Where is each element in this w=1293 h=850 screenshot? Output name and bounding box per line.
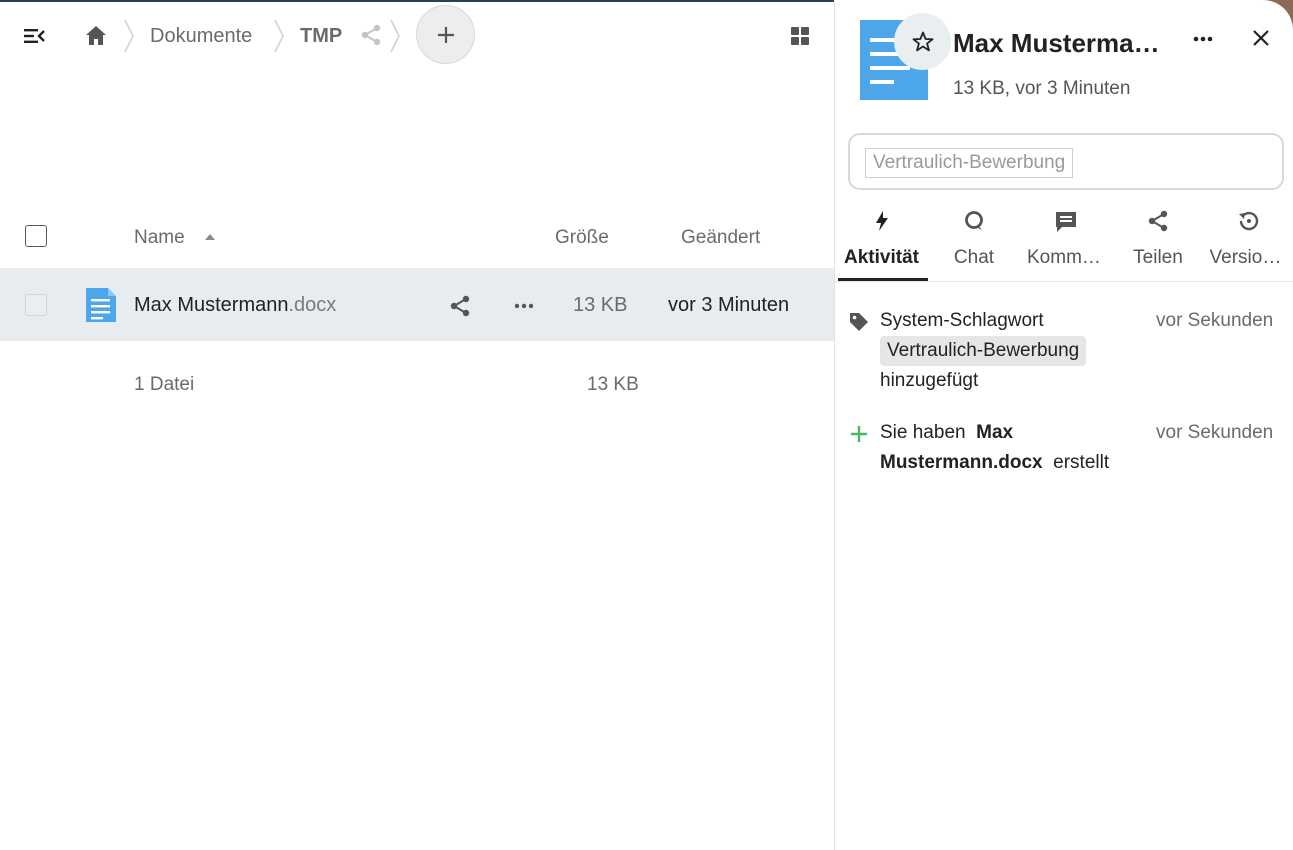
- file-name[interactable]: Max Mustermann.docx: [134, 294, 336, 317]
- chat-bubble-icon: [961, 208, 987, 234]
- sidebar-tabs: Aktivität Chat Kommentare Teilen: [835, 200, 1293, 282]
- history-icon: [1236, 208, 1262, 234]
- file-extension: .docx: [288, 294, 337, 316]
- activity-text: Sie haben Max Mustermann.docx erstellt: [880, 418, 1150, 478]
- activity-prefix: Sie haben: [880, 422, 966, 443]
- activity-tag-line: Vertraulich-Bewerbung: [880, 336, 1150, 366]
- more-actions-icon[interactable]: [1189, 26, 1217, 52]
- activity-line: hinzugefügt: [880, 370, 979, 391]
- tab-activity[interactable]: Aktivität: [835, 200, 928, 282]
- tab-versions-label: Versionen: [1209, 247, 1288, 268]
- activity-text: System-Schlagwort Vertraulich-Bewerbung …: [880, 306, 1150, 396]
- comment-icon: [1053, 208, 1079, 234]
- tab-label: Versionen: [1204, 247, 1293, 269]
- new-item-button[interactable]: [416, 5, 475, 64]
- column-header-size[interactable]: Größe: [555, 227, 609, 249]
- share-icon[interactable]: [447, 293, 473, 319]
- summary-file-count: 1 Datei: [134, 374, 195, 395]
- plus-icon: [847, 422, 871, 446]
- tab-versions[interactable]: Versionen: [1204, 200, 1293, 282]
- table-row[interactable]: Max Mustermann.docx 13 KB vor 3 Minuten: [0, 268, 834, 341]
- tab-label: Teilen: [1133, 247, 1183, 268]
- close-icon[interactable]: [1247, 24, 1275, 52]
- sidebar-file-subtitle: 13 KB, vor 3 Minuten: [953, 78, 1131, 99]
- activity-line: System-Schlagwort: [880, 310, 1044, 331]
- sort-ascending-icon: [205, 234, 215, 240]
- files-toolbar: Dokumente TMP: [0, 0, 834, 70]
- activity-time: vor Sekunden: [1156, 310, 1274, 331]
- share-icon[interactable]: [358, 22, 384, 48]
- activity-suffix: erstellt: [1053, 452, 1110, 473]
- activity-tag-chip: Vertraulich-Bewerbung: [880, 336, 1087, 366]
- plus-icon: [437, 26, 454, 43]
- lightning-icon: [869, 208, 895, 234]
- activity-line: Sie haben Max Mustermann.docx erstellt: [880, 418, 1150, 478]
- tab-label: Aktivität: [835, 247, 928, 269]
- column-header-name[interactable]: Name: [134, 227, 185, 249]
- file-table-header: Name Größe Geändert: [0, 210, 834, 264]
- column-header-modified[interactable]: Geändert: [681, 227, 760, 249]
- tab-activity-label: Aktivität: [844, 247, 919, 268]
- tab-label: Kommentare: [1020, 247, 1112, 269]
- navigation-toggle-icon[interactable]: [18, 22, 50, 50]
- tag-icon: [847, 310, 871, 334]
- tab-share[interactable]: Teilen: [1112, 200, 1204, 282]
- sidebar-file-title: Max Mustermann.docx: [953, 28, 1175, 58]
- breadcrumb-dokumente[interactable]: Dokumente: [150, 25, 252, 48]
- tag-chip[interactable]: Vertraulich-Bewerbung: [865, 148, 1074, 178]
- details-sidebar: Max Mustermann.docx 13 KB, vor 3 Minuten…: [835, 0, 1293, 850]
- share-icon: [1145, 208, 1171, 234]
- file-modified: vor 3 Minuten: [668, 294, 790, 316]
- breadcrumb-separator-icon: [122, 18, 136, 54]
- favorite-button[interactable]: [894, 13, 951, 70]
- tab-label: Chat: [953, 247, 995, 268]
- home-icon[interactable]: [80, 20, 112, 52]
- breadcrumb-separator-icon: [272, 18, 286, 54]
- more-actions-icon[interactable]: [511, 293, 537, 319]
- summary-total-size: 13 KB: [587, 374, 639, 395]
- document-icon: [84, 286, 118, 324]
- breadcrumb-separator-icon: [388, 18, 402, 54]
- tab-comments-label: Kommentare: [1027, 247, 1105, 268]
- select-all-checkbox[interactable]: [25, 225, 47, 247]
- file-basename: Max Mustermann: [134, 294, 289, 316]
- star-icon: [912, 31, 933, 51]
- breadcrumb-tmp[interactable]: TMP: [300, 25, 342, 48]
- grid-view-icon[interactable]: [786, 22, 814, 50]
- tag-input[interactable]: Vertraulich-Bewerbung: [848, 133, 1284, 190]
- activity-time: vor Sekunden: [1156, 422, 1274, 443]
- file-list-panel: Dokumente TMP Name Größe Geändert Max Mu…: [0, 0, 834, 850]
- active-tab-indicator: [838, 278, 928, 281]
- row-checkbox[interactable]: [25, 294, 47, 316]
- tab-chat[interactable]: Chat: [928, 200, 1020, 282]
- tab-comments[interactable]: Kommentare: [1020, 200, 1112, 282]
- file-size: 13 KB: [573, 294, 628, 316]
